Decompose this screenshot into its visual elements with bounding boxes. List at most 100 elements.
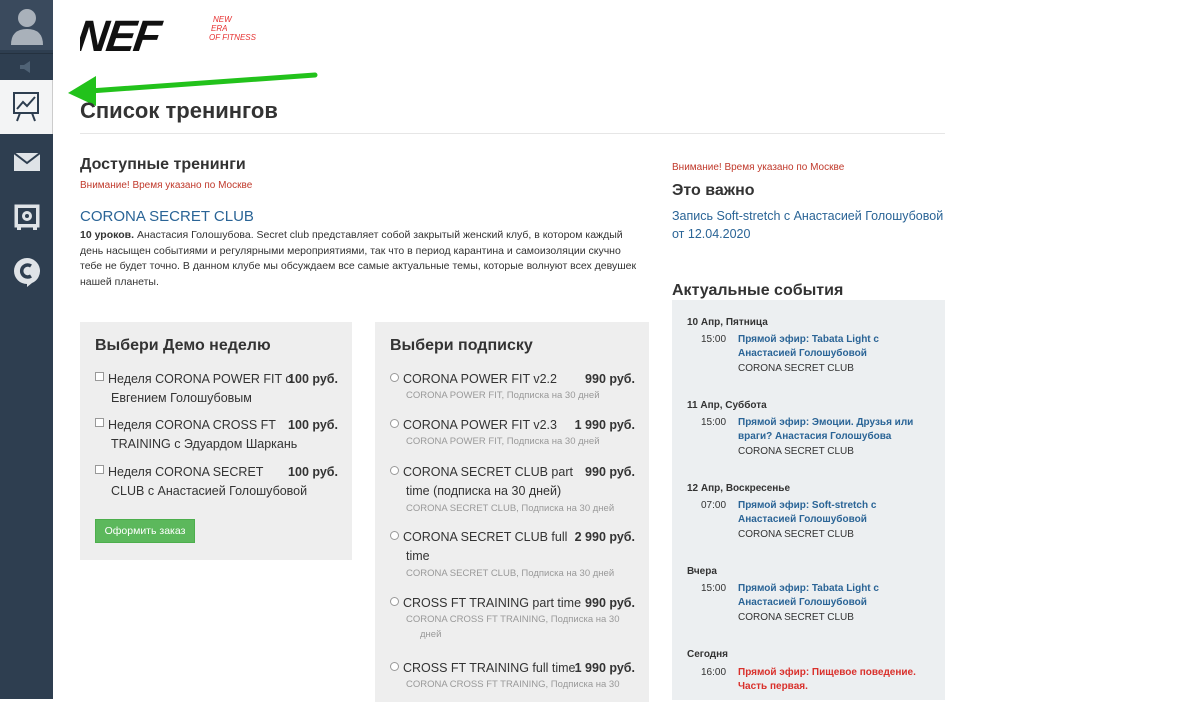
subscription-option-radio[interactable] bbox=[390, 597, 399, 606]
svg-text:OF FITNESS: OF FITNESS bbox=[209, 33, 257, 42]
demo-option-checkbox[interactable] bbox=[95, 372, 104, 381]
subscription-option[interactable]: CORONA SECRET CLUB part time (подписка н… bbox=[390, 463, 635, 517]
event-day: 11 Апр, Суббота bbox=[687, 400, 767, 411]
subscription-option-price: 990 руб. bbox=[585, 596, 635, 610]
logo[interactable]: NEF NEW ERA OF FITNESS bbox=[73, 12, 265, 61]
important-link-line1: Запись Soft-stretch с Анастасией Голошуб… bbox=[672, 209, 944, 223]
time-warning: Внимание! Время указано по Москве bbox=[80, 180, 253, 191]
events-panel: 10 Апр, Пятница 15:00 Прямой эфир: Tabat… bbox=[672, 300, 945, 700]
svg-text:NEW: NEW bbox=[213, 15, 233, 24]
subscription-option-price: 1 990 руб. bbox=[574, 661, 635, 675]
event-time: 07:00 bbox=[701, 500, 727, 511]
demo-option-checkbox[interactable] bbox=[95, 465, 104, 474]
event-link[interactable]: Прямой эфир: Tabata Light с Анастасией Го… bbox=[738, 582, 938, 610]
event-link[interactable]: Прямой эфир: Эмоции. Друзья или враги? Ан… bbox=[738, 416, 938, 444]
event-title-line2: Анастасией Голошубовой bbox=[738, 597, 867, 608]
subscription-option-label-line2: time (подписка на 30 дней) bbox=[406, 484, 562, 498]
sidebar bbox=[0, 0, 53, 699]
course-link[interactable]: CORONA SECRET CLUB bbox=[80, 208, 254, 225]
event-title-line1: Прямой эфир: Soft-stretch с bbox=[738, 500, 877, 511]
chart-icon bbox=[13, 92, 39, 122]
event-title-line2: Анастасией Голошубовой bbox=[738, 514, 867, 525]
safe-icon bbox=[14, 204, 39, 230]
subscription-option[interactable]: CORONA POWER FIT v2.3 1 990 руб. CORONA … bbox=[390, 416, 635, 450]
event-day: Вчера bbox=[687, 566, 717, 577]
demo-option-label: Неделя CORONA CROSS FT bbox=[108, 418, 276, 432]
important-link[interactable]: Запись Soft-stretch с Анастасией Голошуб… bbox=[672, 207, 952, 243]
event-title-line1: Прямой эфир: Эмоции. Друзья или bbox=[738, 417, 914, 428]
subscription-option-price: 990 руб. bbox=[585, 465, 635, 479]
subscription-option-detail: CORONA SECRET CLUB, Подписка на 30 дней bbox=[406, 503, 615, 514]
subscription-option-radio[interactable] bbox=[390, 531, 399, 540]
subscription-option-detail: CORONA CROSS FT TRAINING, Подписка на 30 bbox=[406, 679, 620, 690]
event-link[interactable]: Прямой эфир: Пищевое поведение. Часть пер… bbox=[738, 666, 938, 694]
event-title-line2: враги? Анастасия Голошубова bbox=[738, 431, 892, 442]
mail-icon bbox=[13, 153, 40, 171]
course-lessons: 10 уроков. bbox=[80, 229, 135, 241]
demo-option[interactable]: Неделя CORONA SECRET CLUB с Анастасией Г… bbox=[95, 463, 340, 503]
svg-text:ERA: ERA bbox=[211, 24, 227, 33]
subscription-option-label: CROSS FT TRAINING part time bbox=[403, 596, 582, 610]
subscription-option-detail: CORONA POWER FIT, Подписка на 30 дней bbox=[406, 390, 600, 401]
demo-option-label-line2: CLUB с Анастасией Голошубовой bbox=[111, 484, 308, 498]
user-avatar-icon bbox=[10, 9, 43, 45]
event-day: Сегодня bbox=[687, 649, 729, 660]
subscription-panel: Выбери подписку CORONA POWER FIT v2.2 99… bbox=[375, 322, 649, 702]
important-link-line2: от 12.04.2020 bbox=[672, 227, 751, 241]
sidebar-item-c[interactable] bbox=[0, 246, 53, 298]
event-club: CORONA SECRET CLUB bbox=[738, 363, 854, 374]
events-title: Актуальные события bbox=[672, 282, 844, 299]
sidebar-item-messages[interactable] bbox=[0, 138, 53, 186]
demo-option[interactable]: Неделя CORONA CROSS FT TRAINING с Эдуард… bbox=[95, 416, 340, 456]
event-club: CORONA SECRET CLUB bbox=[738, 446, 854, 457]
user-avatar[interactable] bbox=[0, 0, 53, 50]
demo-option-price: 100 руб. bbox=[288, 465, 338, 479]
sidebar-item-safe[interactable] bbox=[0, 192, 53, 242]
order-button[interactable]: Оформить заказ bbox=[95, 519, 195, 543]
demo-option-checkbox[interactable] bbox=[95, 418, 104, 427]
subscription-option-radio[interactable] bbox=[390, 466, 399, 475]
subscription-option-detail: CORONA POWER FIT, Подписка на 30 дней bbox=[406, 436, 600, 447]
subscription-option-detail: CORONA SECRET CLUB, Подписка на 30 дней bbox=[406, 568, 615, 579]
important-title: Это важно bbox=[672, 182, 755, 199]
subscription-option-radio[interactable] bbox=[390, 662, 399, 671]
available-trainings-title: Доступные тренинги bbox=[80, 156, 246, 173]
subscription-option[interactable]: CROSS FT TRAINING full time 1 990 руб. C… bbox=[390, 659, 635, 699]
event-link[interactable]: Прямой эфир: Tabata Light с Анастасией Го… bbox=[738, 333, 938, 361]
subscription-option-label: CORONA POWER FIT v2.3 bbox=[403, 418, 557, 432]
event-club: CORONA SECRET CLUB bbox=[738, 612, 854, 623]
event-time: 15:00 bbox=[701, 583, 727, 594]
event-title-line1: Прямой эфир: Tabata Light с bbox=[738, 334, 879, 345]
subscription-option-detail: CORONA CROSS FT TRAINING, Подписка на 30 bbox=[406, 614, 620, 625]
svg-text:NEF: NEF bbox=[80, 14, 165, 56]
event-link[interactable]: Прямой эфир: Soft-stretch с Анастасией Го… bbox=[738, 499, 938, 527]
sidebar-item-trainings[interactable] bbox=[0, 80, 53, 134]
event-time: 15:00 bbox=[701, 334, 727, 345]
title-divider bbox=[80, 133, 945, 134]
event-title-line1: Прямой эфир: Tabata Light с bbox=[738, 583, 879, 594]
demo-option-label: Неделя CORONA POWER FIT с bbox=[108, 372, 292, 386]
c-logo-icon bbox=[13, 258, 40, 287]
event-title-line1: Прямой эфир: Пищевое поведение. bbox=[738, 667, 916, 678]
speaker-button[interactable] bbox=[0, 56, 53, 78]
demo-option[interactable]: Неделя CORONA POWER FIT с Евгением Голош… bbox=[95, 370, 340, 410]
subscription-option-radio[interactable] bbox=[390, 419, 399, 428]
event-day: 12 Апр, Воскресенье bbox=[687, 483, 791, 494]
demo-option-price: 100 руб. bbox=[288, 418, 338, 432]
subscription-option[interactable]: CROSS FT TRAINING part time 990 руб. COR… bbox=[390, 594, 635, 644]
event-club: CORONA SECRET CLUB bbox=[738, 529, 854, 540]
subscription-option-label: CORONA SECRET CLUB full bbox=[403, 530, 568, 544]
subscription-option-radio[interactable] bbox=[390, 373, 399, 382]
subscription-option[interactable]: CORONA SECRET CLUB full time 2 990 руб. … bbox=[390, 528, 635, 582]
subscription-option[interactable]: CORONA POWER FIT v2.2 990 руб. CORONA PO… bbox=[390, 370, 635, 404]
demo-option-label-line2: TRAINING с Эдуардом Шаркань bbox=[111, 437, 298, 451]
demo-panel-title: Выбери Демо неделю bbox=[95, 337, 271, 354]
time-warning-right: Внимание! Время указано по Москве bbox=[672, 162, 845, 173]
subscription-option-label: CORONA POWER FIT v2.2 bbox=[403, 372, 557, 386]
subscription-option-detail-line2: дней bbox=[420, 629, 442, 640]
subscription-option-price: 2 990 руб. bbox=[574, 530, 635, 544]
course-description-text: Анастасия Голошубова. Secret club предст… bbox=[80, 229, 637, 288]
subscription-option-label: CROSS FT TRAINING full time bbox=[403, 661, 576, 675]
demo-week-panel: Выбери Демо неделю Неделя CORONA POWER F… bbox=[80, 322, 352, 560]
demo-option-price: 100 руб. bbox=[288, 372, 338, 386]
